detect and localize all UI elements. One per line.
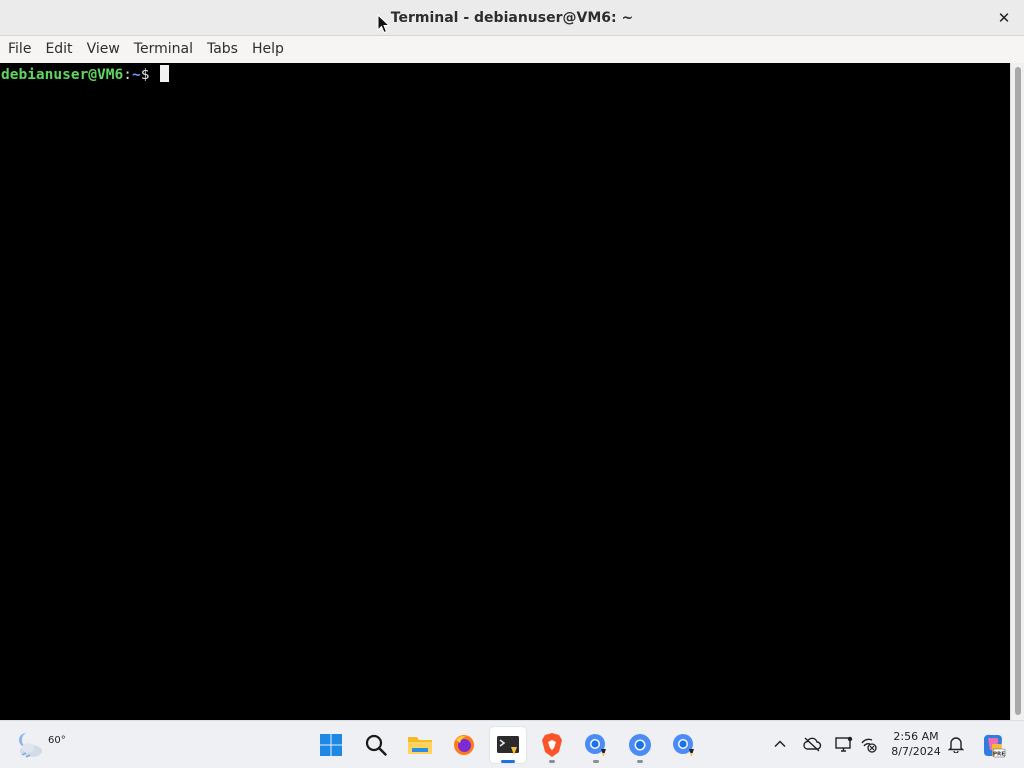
file-explorer-button[interactable] bbox=[402, 727, 438, 763]
chrome-icon bbox=[629, 734, 651, 756]
window-title: Terminal - debianuser@VM6: ~ bbox=[390, 10, 634, 26]
clock-date: 8/7/2024 bbox=[891, 745, 941, 758]
system-clock[interactable]: 2:56 AM 8/7/2024 bbox=[886, 729, 946, 759]
terminal-icon bbox=[497, 736, 519, 755]
chrome-linux-icon bbox=[585, 734, 606, 757]
chrome-linux-button-2[interactable] bbox=[666, 727, 702, 763]
weather-temperature: 60° bbox=[48, 735, 66, 746]
terminal-area[interactable]: debianuser@VM6:~$ bbox=[0, 63, 1010, 720]
open-indicator bbox=[593, 760, 599, 763]
copilot-icon: PRE bbox=[984, 734, 1006, 758]
weather-widget[interactable]: 60° bbox=[16, 727, 66, 763]
menu-edit[interactable]: Edit bbox=[38, 36, 79, 63]
terminal-taskbar-button[interactable] bbox=[490, 727, 526, 763]
menu-file[interactable]: File bbox=[1, 36, 38, 63]
folder-icon bbox=[408, 737, 432, 754]
mouse-pointer-icon bbox=[377, 14, 391, 34]
firefox-button[interactable] bbox=[446, 727, 482, 763]
search-button[interactable] bbox=[358, 727, 394, 763]
prompt-path: ~ bbox=[131, 67, 141, 83]
onedrive-tray-button[interactable] bbox=[801, 733, 823, 755]
search-icon bbox=[365, 734, 387, 756]
chrome-linux-icon bbox=[673, 734, 694, 757]
menu-help[interactable]: Help bbox=[245, 36, 291, 63]
menu-terminal[interactable]: Terminal bbox=[127, 36, 200, 63]
chevron-up-icon bbox=[774, 740, 786, 748]
brave-button[interactable] bbox=[534, 727, 570, 763]
taskbar: 60° 2:56 AM 8/7/2024 PRE bbox=[0, 720, 1024, 768]
copilot-button[interactable]: PRE bbox=[979, 731, 1007, 759]
clock-time: 2:56 AM bbox=[893, 730, 939, 743]
chrome-button[interactable] bbox=[622, 727, 658, 763]
bell-icon bbox=[948, 737, 964, 753]
menu-view[interactable]: View bbox=[80, 36, 127, 63]
network-icon bbox=[861, 738, 877, 753]
prompt-separator: : bbox=[123, 67, 132, 83]
brave-icon bbox=[542, 733, 562, 757]
notifications-button[interactable] bbox=[945, 733, 967, 755]
firefox-icon bbox=[454, 735, 474, 755]
network-tray-button[interactable] bbox=[858, 733, 880, 755]
shell-prompt: debianuser@VM6:~$ bbox=[1, 65, 170, 84]
cloud-off-icon bbox=[803, 737, 822, 752]
display-tray-button[interactable] bbox=[833, 733, 855, 755]
prompt-symbol: $ bbox=[140, 67, 159, 83]
menu-tabs[interactable]: Tabs bbox=[200, 36, 245, 63]
active-indicator bbox=[501, 760, 515, 763]
text-cursor bbox=[160, 65, 170, 82]
title-bar[interactable]: Terminal - debianuser@VM6: ~ ✕ bbox=[0, 0, 1024, 36]
vertical-scrollbar[interactable] bbox=[1010, 63, 1024, 720]
chrome-linux-button-1[interactable] bbox=[578, 727, 614, 763]
open-indicator bbox=[549, 760, 555, 763]
start-button[interactable] bbox=[313, 727, 349, 763]
svg-text:PRE: PRE bbox=[993, 752, 1005, 758]
show-hidden-icons-button[interactable] bbox=[769, 733, 791, 755]
scrollbar-thumb[interactable] bbox=[1015, 67, 1021, 715]
open-indicator bbox=[637, 760, 643, 763]
menu-bar: File Edit View Terminal Tabs Help bbox=[0, 36, 1024, 63]
close-button[interactable]: ✕ bbox=[994, 8, 1014, 28]
prompt-user-host: debianuser@VM6 bbox=[1, 67, 124, 83]
windows-logo-icon bbox=[320, 734, 342, 756]
terminal-window: Terminal - debianuser@VM6: ~ ✕ File Edit… bbox=[0, 0, 1024, 720]
display-icon bbox=[835, 736, 853, 752]
